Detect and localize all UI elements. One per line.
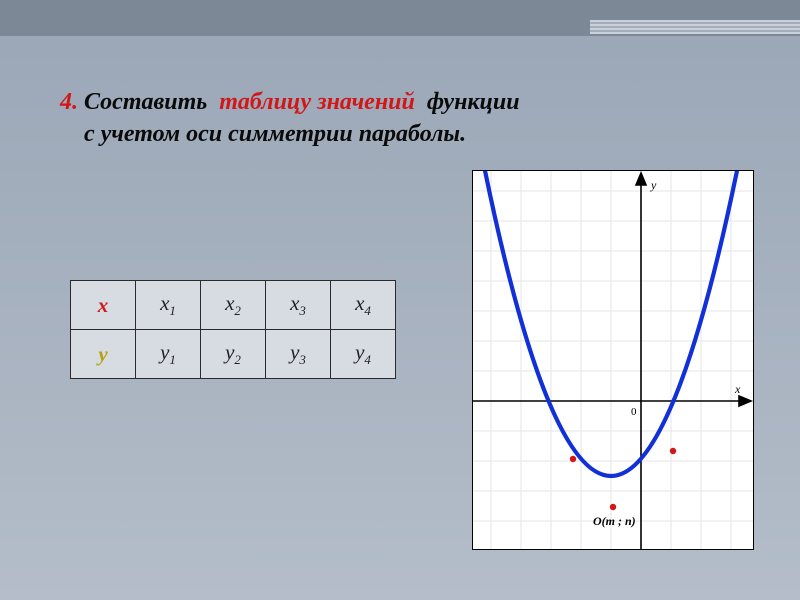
cell-x3: x3 [266,281,331,330]
top-stripe-decor [590,20,800,34]
cell-y1: y1 [136,330,201,379]
heading-rest1: функции [427,89,520,115]
cell-y2: y2 [201,330,266,379]
parabola-graph: y x 0 O(m ; n) [473,171,753,549]
cell-x1: x1 [136,281,201,330]
row-x-label: x [71,281,136,330]
heading-prefix: Составить [84,89,207,115]
task-heading: 4. Составить таблицу значений функции с … [60,86,740,151]
origin-label: 0 [631,406,637,418]
cell-y4: y4 [331,330,396,379]
cell-x4: x4 [331,281,396,330]
cell-y3: y3 [266,330,331,379]
y-axis-label: y [650,178,657,192]
slide: 4. Составить таблицу значений функции с … [0,0,800,600]
values-table: x x1 x2 x3 x4 у y1 y2 y3 y4 [70,280,396,379]
x-axis-label: x [734,382,741,396]
task-number: 4. [60,89,78,115]
axes [473,173,751,549]
vertex-label: O(m ; n) [593,514,636,528]
sample-points [570,448,676,510]
grid [473,171,753,549]
table-row: у y1 y2 y3 y4 [71,330,396,379]
cell-x2: x2 [201,281,266,330]
heading-emphasis: таблицу значений [219,89,415,115]
heading-line2: с учетом оси симметрии параболы. [84,121,466,147]
graph-panel: y x 0 O(m ; n) [472,170,754,550]
row-y-label: у [71,330,136,379]
table-row: x x1 x2 x3 x4 [71,281,396,330]
